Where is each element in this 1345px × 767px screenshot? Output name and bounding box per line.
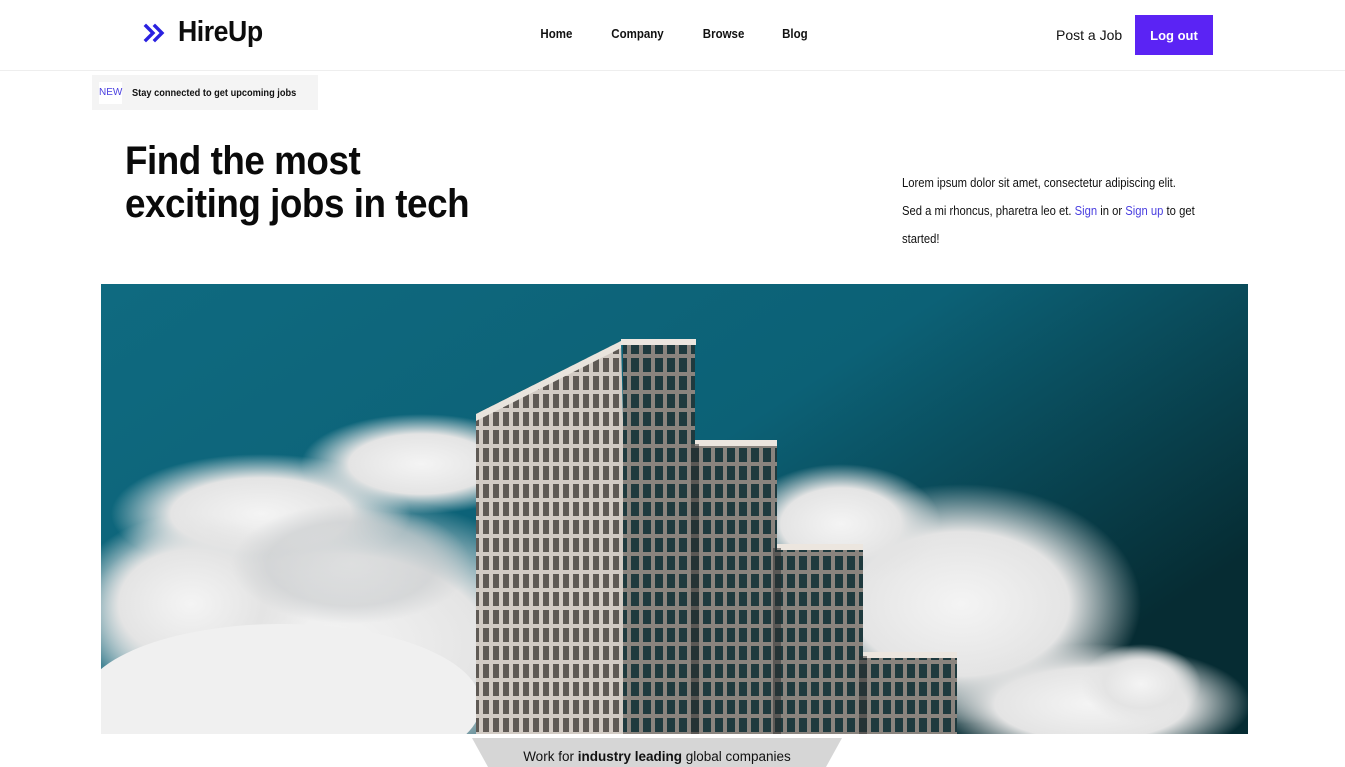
logout-button[interactable]: Log out [1135,15,1213,55]
post-job-link[interactable]: Post a Job [1056,27,1122,43]
hero-desc-middle: in or [1097,204,1126,218]
ribbon-text: Work for industry leading global compani… [472,749,842,764]
hero-title-line-1: Find the most [125,139,361,183]
nav-home[interactable]: Home [540,27,572,41]
hero-description: Lorem ipsum dolor sit amet, consectetur … [902,169,1199,253]
hero-title: Find the most exciting jobs in tech [125,140,511,226]
new-badge: NEW [99,81,123,104]
sign-in-link[interactable]: Sign [1075,204,1098,218]
nav-browse[interactable]: Browse [702,27,744,41]
logo[interactable]: HireUp [143,16,270,49]
double-chevron-right-icon [143,20,169,46]
ribbon-suffix: global companies [681,749,791,764]
main-nav: Home Company Browse Blog [539,27,844,41]
hero-building-image [101,284,1248,734]
sign-up-link[interactable]: Sign up [1125,204,1163,218]
announcement-text: Stay connected to get upcoming jobs [132,86,297,99]
hero-title-line-2: exciting jobs in tech [125,182,470,226]
nav-blog[interactable]: Blog [782,27,808,41]
announcement-bar[interactable]: NEW Stay connected to get upcoming jobs [92,75,318,110]
site-header: HireUp Home Company Browse Blog Post a J… [0,0,1345,71]
ribbon-prefix: Work for [523,749,578,764]
logo-text: HireUp [178,16,263,48]
nav-company[interactable]: Company [611,27,663,41]
ribbon-bold: industry leading [577,749,682,764]
companies-ribbon: Work for industry leading global compani… [472,738,842,767]
